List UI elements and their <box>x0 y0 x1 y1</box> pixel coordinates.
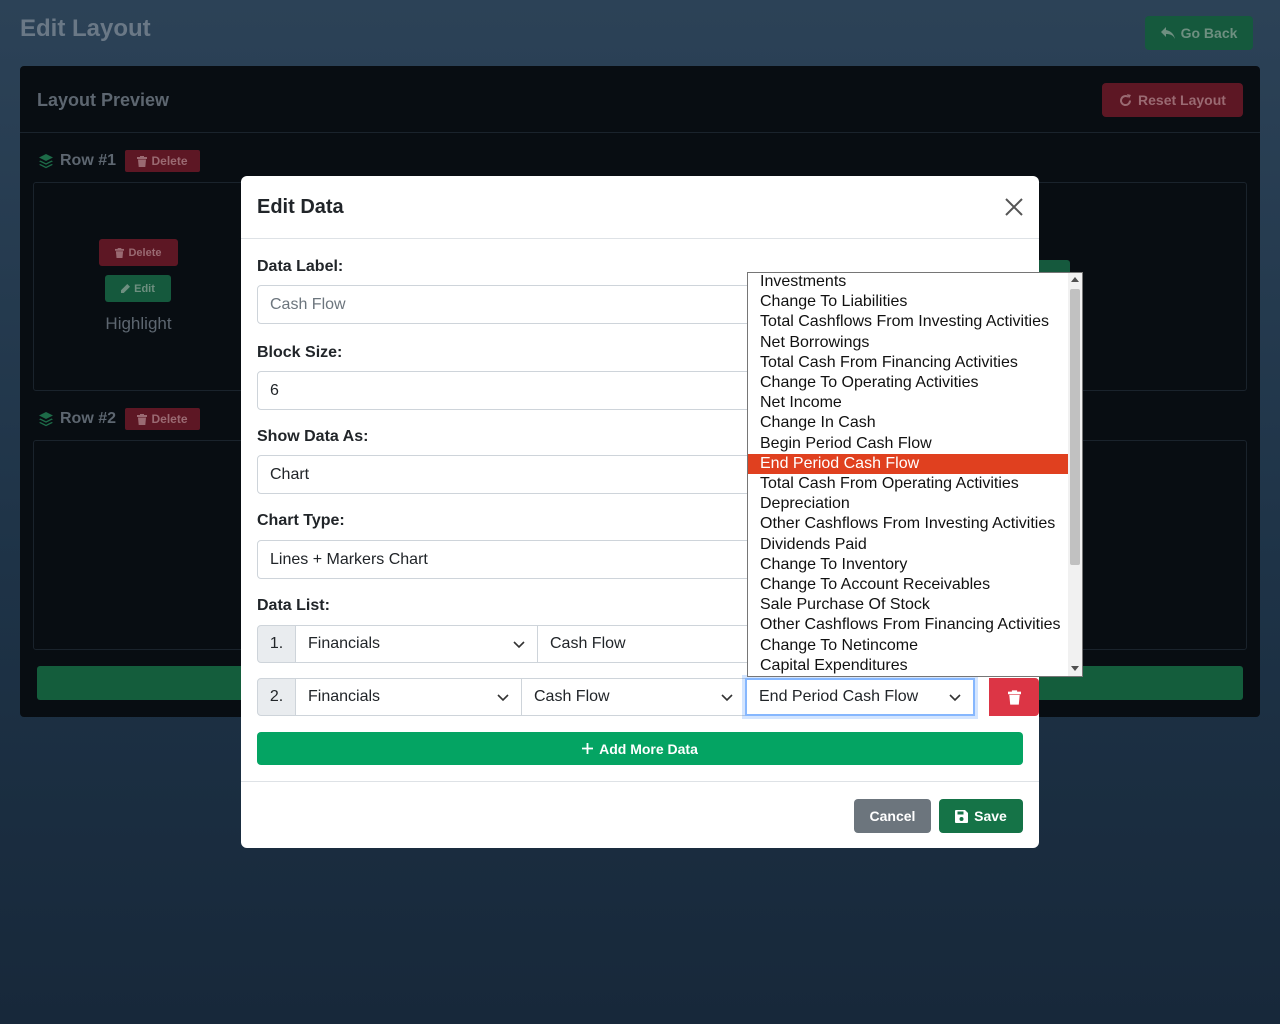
dropdown-option[interactable]: Capital Expenditures <box>748 656 1068 676</box>
trash-icon <box>1007 689 1021 705</box>
layers-icon <box>39 412 53 427</box>
dropdown-option[interactable]: Change In Cash <box>748 413 1068 433</box>
data-item-value: End Period Cash Flow <box>759 688 919 705</box>
row-1-title: Row #1 <box>60 152 117 169</box>
reset-layout-label: Reset Layout <box>1138 92 1226 108</box>
dropdown-option[interactable]: Begin Period Cash Flow <box>748 434 1068 454</box>
go-back-label: Go Back <box>1180 25 1238 41</box>
reset-layout-button[interactable]: Reset Layout <box>1102 83 1243 117</box>
dropdown-option[interactable]: Dividends Paid <box>748 535 1068 555</box>
pencil-icon <box>121 284 131 293</box>
dropdown-option[interactable]: Change To Operating Activities <box>748 373 1068 393</box>
cancel-button[interactable]: Cancel <box>854 799 931 833</box>
data-source-value: Financials <box>308 688 381 705</box>
dropdown-option[interactable]: Total Cash From Financing Activities <box>748 353 1068 373</box>
floppy-disk-icon <box>955 809 969 823</box>
data-statement-select[interactable]: Cash Flow <box>537 625 757 663</box>
dropdown-option[interactable]: Total Cashflows From Investing Activitie… <box>748 312 1068 332</box>
page-title: Edit Layout <box>20 15 151 42</box>
data-list-row: 2. Financials Cash Flow End Period Cash … <box>257 678 1039 716</box>
data-item-select[interactable]: End Period Cash Flow <box>745 678 975 716</box>
data-list-label: Data List: <box>257 597 330 614</box>
block-delete-button[interactable]: Delete <box>99 239 178 266</box>
data-row-index: 2. <box>257 678 296 716</box>
chart-type-label: Chart Type: <box>257 512 345 529</box>
chevron-down-icon <box>513 641 525 649</box>
row-1-delete-button[interactable]: Delete <box>125 150 200 172</box>
dropdown-option[interactable]: Total Cash From Operating Activities <box>748 474 1068 494</box>
go-back-button[interactable]: Go Back <box>1145 16 1253 50</box>
rotate-right-icon <box>1120 93 1132 106</box>
dropdown-option[interactable]: Change To Inventory <box>748 555 1068 575</box>
row-2-title: Row #2 <box>60 410 117 427</box>
dropdown-option[interactable]: Change To Liabilities <box>748 292 1068 312</box>
layout-preview-title: Layout Preview <box>37 90 170 110</box>
block-delete-label: Delete <box>128 246 162 259</box>
dropdown-option[interactable]: Investments <box>748 273 1068 292</box>
scroll-up-arrow-icon[interactable] <box>1071 277 1079 282</box>
layout-preview-header: Layout Preview Reset Layout <box>20 66 1260 133</box>
trash-icon <box>137 413 148 425</box>
data-statement-select[interactable]: Cash Flow <box>521 678 746 716</box>
modal-header: Edit Data <box>241 176 1039 239</box>
block-edit-button[interactable]: Edit <box>105 275 171 302</box>
dropdown-option[interactable]: End Period Cash Flow <box>748 453 1068 474</box>
remove-data-row-button[interactable] <box>989 678 1039 716</box>
data-item-dropdown-list[interactable]: Investments Change To Liabilities Total Ca… <box>747 272 1083 677</box>
row-2-label: Row #2 <box>38 410 116 428</box>
data-statement-value: Cash Flow <box>550 635 626 652</box>
block-name: Highlight <box>105 314 172 333</box>
chevron-down-icon <box>949 694 961 702</box>
dropdown-option[interactable]: Change To Account Receivables <box>748 575 1068 595</box>
data-label-label: Data Label: <box>257 258 344 275</box>
row-2-delete-label: Delete <box>151 412 188 426</box>
chevron-down-icon <box>721 694 733 702</box>
dropdown-option[interactable]: Other Cashflows From Financing Activitie… <box>748 615 1068 635</box>
row-2-delete-button[interactable]: Delete <box>125 408 200 430</box>
data-source-select[interactable]: Financials <box>295 678 522 716</box>
add-more-data-button[interactable]: Add More Data <box>257 732 1023 765</box>
data-source-value: Financials <box>308 635 381 652</box>
dropdown-option[interactable]: Net Borrowings <box>748 333 1068 353</box>
data-source-select[interactable]: Financials <box>295 625 538 663</box>
layers-icon <box>39 154 53 169</box>
data-row-index: 1. <box>257 625 296 663</box>
trash-icon <box>137 155 148 167</box>
scroll-down-arrow-icon[interactable] <box>1071 666 1079 671</box>
row-1-delete-label: Delete <box>151 154 188 168</box>
show-data-as-label: Show Data As: <box>257 428 369 445</box>
close-icon[interactable] <box>1003 196 1025 218</box>
modal-title: Edit Data <box>257 196 344 218</box>
dropdown-option[interactable]: Net Income <box>748 393 1068 413</box>
plus-icon <box>582 743 594 754</box>
dropdown-option[interactable]: Change To Netincome <box>748 636 1068 656</box>
data-statement-value: Cash Flow <box>534 688 610 705</box>
dropdown-scrollbar[interactable] <box>1068 273 1082 676</box>
reply-arrow-icon <box>1160 27 1175 39</box>
save-button[interactable]: Save <box>939 799 1023 833</box>
dropdown-option[interactable]: Depreciation <box>748 494 1068 514</box>
modal-footer: Cancel Save <box>241 781 1039 848</box>
scrollbar-thumb[interactable] <box>1070 289 1080 565</box>
dropdown-option[interactable]: Sale Purchase Of Stock <box>748 595 1068 615</box>
block-size-label: Block Size: <box>257 344 343 361</box>
save-label: Save <box>974 808 1007 824</box>
block-edit-label: Edit <box>134 282 155 295</box>
row-1-label: Row #1 <box>38 152 116 170</box>
trash-icon <box>115 247 125 258</box>
dropdown-option[interactable]: Other Cashflows From Investing Activitie… <box>748 514 1068 534</box>
add-more-data-label: Add More Data <box>599 740 698 757</box>
chevron-down-icon <box>497 694 509 702</box>
